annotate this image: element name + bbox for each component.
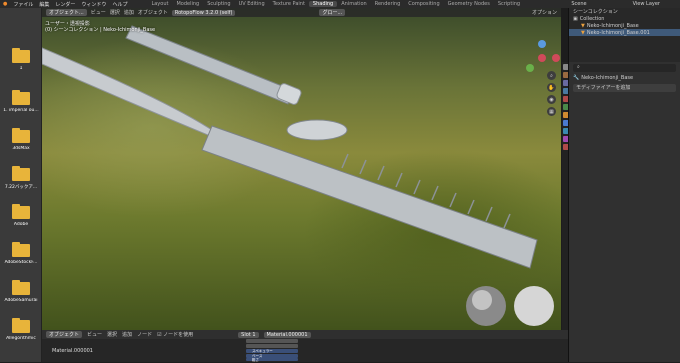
folder-icon: [12, 90, 30, 105]
search-icon: ⌕: [577, 64, 580, 70]
blender-logo-icon[interactable]: ●: [3, 1, 7, 7]
node-socket-row[interactable]: [246, 344, 298, 348]
wrench-icon: 🔧: [573, 74, 580, 81]
file-item[interactable]: 1: [0, 48, 42, 71]
pan-hand-icon[interactable]: ✋: [547, 83, 556, 92]
menu-edit[interactable]: 編集: [39, 1, 49, 8]
folder-icon: [12, 280, 30, 295]
folder-icon: [12, 128, 30, 143]
folder-icon: [12, 204, 30, 219]
file-item[interactable]: 1. imperial ou...: [0, 90, 42, 113]
outliner-row-collection[interactable]: ▣ Collection: [569, 15, 680, 22]
viewport-nav-buttons: ⌕ ✋ ◉ ▦: [547, 71, 557, 119]
menu-window[interactable]: ウィンドウ: [81, 1, 106, 8]
viewport-menu-add[interactable]: 追加: [124, 9, 134, 16]
node-menu-view[interactable]: ビュー: [87, 331, 102, 338]
file-browser-panel: 1 1. imperial ou... 3dsMax 7.22バックア... A…: [0, 8, 42, 362]
material-label: Material.000001: [52, 348, 93, 354]
folder-icon: [12, 318, 30, 333]
transform-orientation[interactable]: グロー...: [319, 9, 346, 16]
add-modifier-button[interactable]: モディファイアーを追加: [573, 84, 676, 92]
search-field[interactable]: ⌕: [573, 64, 676, 72]
tab-animation[interactable]: Animation: [337, 1, 371, 7]
folder-icon: [12, 166, 30, 181]
render-engine-badge[interactable]: RotopoFlow 3.2.0 (self): [171, 9, 236, 16]
view-layer-selector[interactable]: View Layer: [633, 1, 660, 7]
tab-uv-editing[interactable]: UV Editing: [235, 1, 269, 7]
outliner-row-object[interactable]: ▼ Neko-Ichimonji_Base: [569, 22, 680, 29]
node-menu-select[interactable]: 選択: [107, 331, 117, 338]
folder-icon: [12, 48, 30, 63]
tab-layout[interactable]: Layout: [147, 1, 172, 7]
grid-icon[interactable]: ▦: [547, 107, 556, 116]
tab-geometry-nodes[interactable]: Geometry Nodes: [444, 1, 494, 7]
workspace-tabs: Layout Modeling Sculpting UV Editing Tex…: [147, 1, 524, 7]
menu-file[interactable]: ファイル: [13, 1, 33, 8]
slot-selector[interactable]: Slot 1: [238, 331, 259, 338]
tab-rendering[interactable]: Rendering: [371, 1, 405, 7]
tab-scripting[interactable]: Scripting: [494, 1, 524, 7]
file-item[interactable]: Allegorithmic: [0, 318, 42, 341]
menu-help[interactable]: ヘルプ: [112, 1, 127, 8]
node-socket-row[interactable]: スペキュラー: [246, 349, 298, 353]
viewport-header: オブジェクト... ビュー 選択 追加 オブジェクト RotopoFlow 3.…: [42, 8, 561, 17]
node-menu-add[interactable]: 追加: [122, 331, 132, 338]
file-item[interactable]: 3dsMax: [0, 128, 42, 151]
node-socket-row[interactable]: 粗さ: [246, 358, 298, 362]
node-editor-header: オブジェクト ビュー 選択 追加 ノード ☑ ノードを使用 Slot 1 Mat…: [42, 330, 568, 339]
file-item[interactable]: 7.22バックア...: [0, 166, 42, 190]
tab-sculpting[interactable]: Sculpting: [203, 1, 234, 7]
file-item[interactable]: AdobeSamurai: [0, 280, 42, 303]
material-selector[interactable]: Material.000001: [263, 331, 311, 338]
tab-shading[interactable]: Shading: [308, 1, 338, 7]
tab-modeling[interactable]: Modeling: [172, 1, 203, 7]
properties-panel: ⌕ 🔧 Neko-Ichimonji_Base モディファイアーを追加: [568, 62, 680, 362]
viewport-info: ユーザー・透視投影 (0) シーンコレクション | Neko-Ichimonji…: [45, 21, 156, 33]
node-editor[interactable]: [42, 339, 568, 362]
use-nodes-checkbox[interactable]: ☑ ノードを使用: [157, 331, 193, 338]
mesh-icon: ▼: [581, 29, 585, 36]
viewport-menu-view[interactable]: ビュー: [91, 9, 106, 16]
sword-model: [42, 25, 554, 326]
collection-icon: ▣: [573, 15, 578, 22]
zoom-icon[interactable]: ⌕: [547, 71, 556, 80]
object-name-row: 🔧 Neko-Ichimonji_Base: [573, 74, 634, 81]
mesh-icon: ▼: [581, 22, 585, 29]
scene-selector[interactable]: Scene: [571, 1, 586, 7]
3d-viewport[interactable]: オブジェクト... ビュー 選択 追加 オブジェクト RotopoFlow 3.…: [42, 8, 561, 330]
folder-icon: [12, 242, 30, 257]
tab-compositing[interactable]: Compositing: [404, 1, 443, 7]
tab-texture-paint[interactable]: Texture Paint: [269, 1, 309, 7]
file-item[interactable]: AdobeStockF...: [0, 242, 42, 265]
node-menu-node[interactable]: ノード: [137, 331, 152, 338]
options-menu[interactable]: オプション: [532, 9, 557, 16]
file-item[interactable]: Adobe: [0, 204, 42, 227]
viewport-menu-object[interactable]: オブジェクト: [138, 9, 168, 16]
viewport-menu-select[interactable]: 選択: [110, 9, 120, 16]
outliner-header: シーンコレクション: [573, 9, 618, 15]
node-mode-selector[interactable]: オブジェクト: [46, 331, 83, 338]
menu-render[interactable]: レンダー: [55, 1, 75, 8]
top-menu-bar: ● ファイル 編集 レンダー ウィンドウ ヘルプ Layout Modeling…: [0, 0, 680, 8]
node-socket-row[interactable]: [246, 339, 298, 343]
mode-selector[interactable]: オブジェクト...: [46, 9, 87, 16]
outliner-row-object-selected[interactable]: ▼ Neko-Ichimonji_Base.001: [569, 29, 680, 36]
camera-icon[interactable]: ◉: [547, 95, 556, 104]
outliner-panel: シーンコレクション ▣ Collection ▼ Neko-Ichimonji_Ba…: [568, 8, 680, 62]
